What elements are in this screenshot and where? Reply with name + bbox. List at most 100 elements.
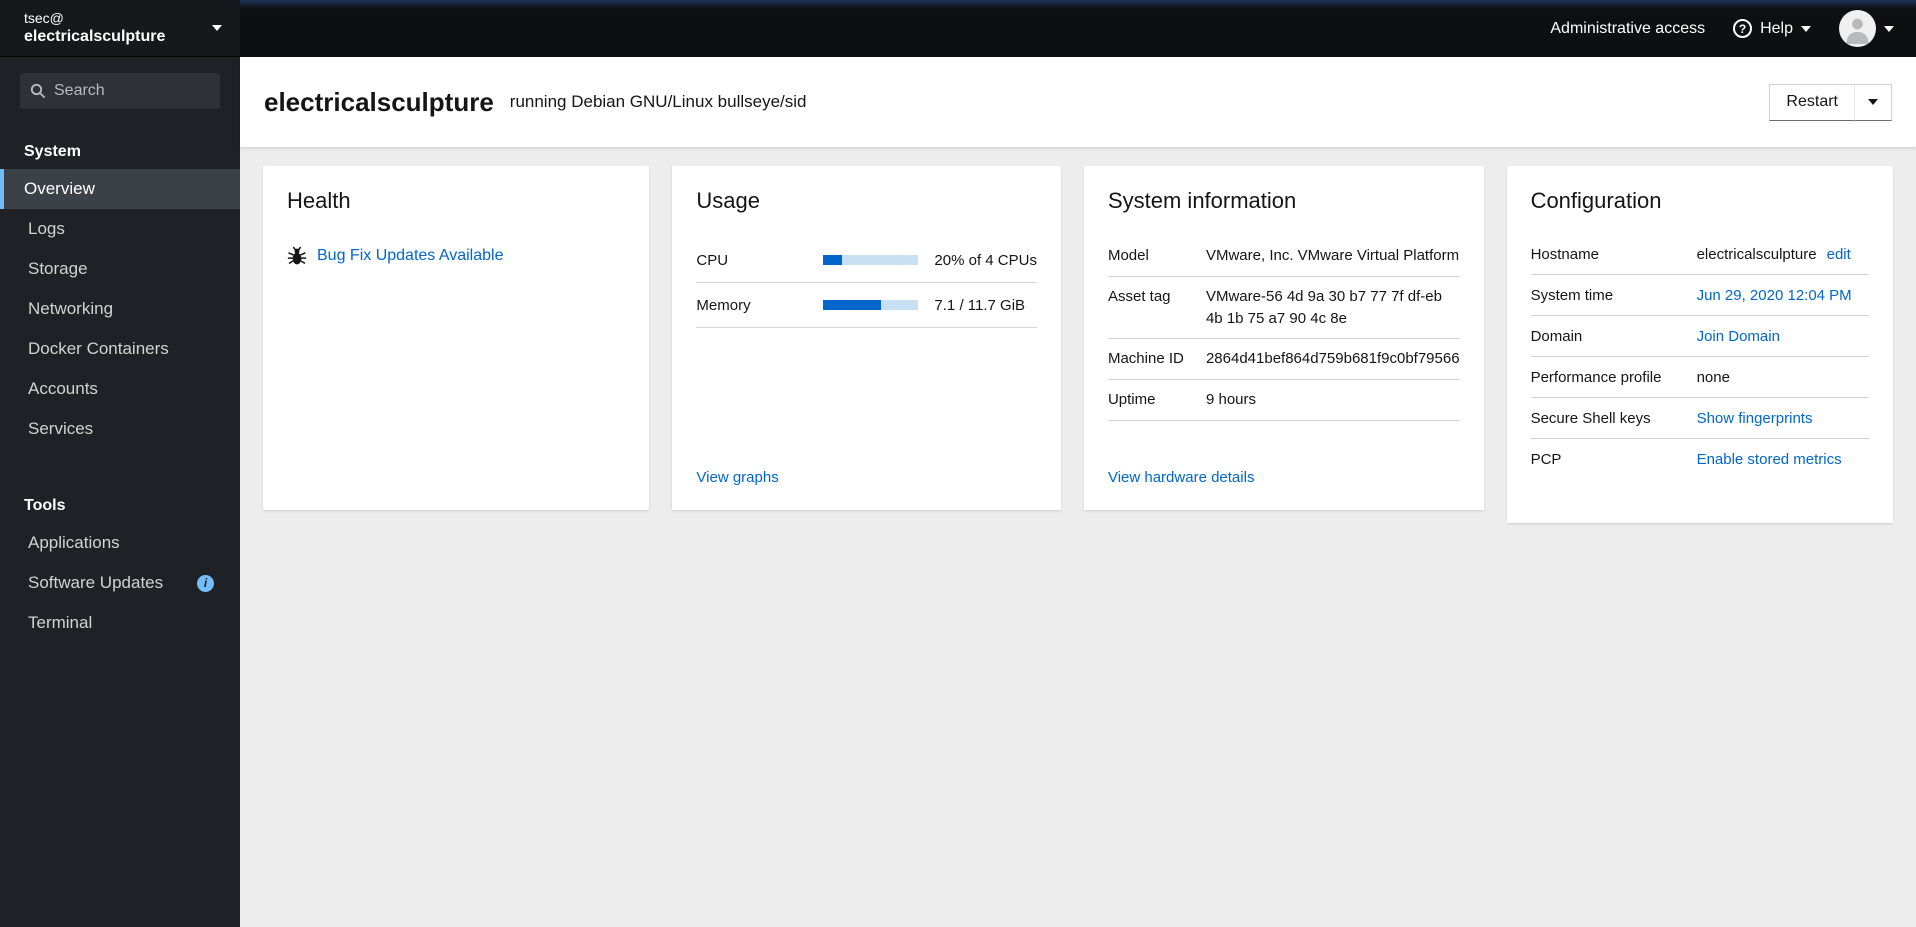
main-area: Administrative access ? Help electricals…	[240, 0, 1916, 927]
usage-card-title: Usage	[696, 188, 761, 213]
usage-card: Usage CPU 20% of 4 CPUs Memory 7.1 / 11.…	[672, 166, 1061, 510]
chevron-down-icon	[1884, 25, 1894, 32]
sidebar-item-label: Services	[28, 419, 94, 438]
domain-row: Domain Join Domain	[1530, 316, 1869, 357]
asset-tag-value: VMware-56 4d 9a 30 b7 77 7f df-eb 4b 1b …	[1205, 287, 1442, 327]
model-row: Model VMware, Inc. VMware Virtual Platfo…	[1107, 236, 1460, 277]
sidebar-item-software-updates[interactable]: Software Updates i	[0, 563, 240, 603]
machine-id-row: Machine ID 2864d41bef864d759b681f9c0bf79…	[1107, 339, 1460, 380]
machine-id-label: Machine ID	[1107, 350, 1184, 368]
host-switcher-label: tsec@ electricalsculpture	[24, 9, 204, 47]
sidebar-item-services[interactable]: Services	[0, 409, 240, 449]
header-actions: Restart	[1769, 83, 1892, 121]
sidebar-item-storage[interactable]: Storage	[0, 249, 240, 289]
os-subtitle: running Debian GNU/Linux bullseye/sid	[509, 92, 807, 111]
view-graphs-link[interactable]: View graphs	[696, 469, 1037, 486]
asset-tag-row: Asset tag VMware-56 4d 9a 30 b7 77 7f df…	[1107, 277, 1460, 340]
sidebar-item-label: Storage	[28, 259, 88, 278]
sidebar-item-label: Software Updates	[28, 573, 164, 592]
view-hardware-details-link[interactable]: View hardware details	[1108, 469, 1460, 486]
configuration-table: Hostname electricalsculpture edit System…	[1530, 234, 1869, 480]
restart-dropdown-toggle[interactable]	[1855, 83, 1892, 121]
search-box[interactable]	[20, 73, 220, 109]
memory-progress-fill	[823, 300, 882, 310]
chevron-down-icon	[212, 25, 222, 31]
enable-stored-metrics-link[interactable]: Enable stored metrics	[1697, 451, 1842, 468]
memory-progress-bar	[823, 300, 919, 310]
cpu-progress-bar	[823, 255, 919, 265]
sidebar-item-label: Overview	[24, 179, 95, 198]
nav-gap	[0, 449, 240, 487]
model-label: Model	[1107, 247, 1149, 264]
system-time-link[interactable]: Jun 29, 2020 12:04 PM	[1697, 287, 1852, 304]
model-value: VMware, Inc. VMware Virtual Platform	[1205, 247, 1460, 264]
restart-button[interactable]: Restart	[1769, 83, 1855, 121]
sidebar-item-logs[interactable]: Logs	[0, 209, 240, 249]
info-icon: i	[197, 574, 214, 592]
sidebar-nav: System Overview Logs Storage Networking …	[0, 119, 240, 927]
system-time-label: System time	[1530, 286, 1614, 304]
search-icon	[30, 83, 46, 99]
memory-usage-value: 7.1 / 11.7 GiB	[934, 296, 1026, 314]
hostname-row: Hostname electricalsculpture edit	[1530, 234, 1869, 275]
avatar	[1839, 10, 1876, 47]
show-fingerprints-link[interactable]: Show fingerprints	[1697, 410, 1813, 427]
chevron-down-icon	[1801, 25, 1811, 32]
help-menu[interactable]: ? Help	[1733, 19, 1811, 38]
administrative-access-button[interactable]: Administrative access	[1550, 20, 1705, 38]
pcp-row: PCP Enable stored metrics	[1531, 439, 1869, 480]
sidebar-item-label: Logs	[28, 219, 65, 238]
join-domain-link[interactable]: Join Domain	[1697, 328, 1780, 345]
hostname-value: electricalsculpture	[1696, 245, 1817, 263]
system-information-card-title: System information	[1107, 188, 1297, 213]
chevron-down-icon	[1868, 99, 1878, 105]
edit-hostname-link[interactable]: edit	[1827, 246, 1851, 263]
uptime-label: Uptime	[1107, 391, 1156, 408]
performance-profile-row: Performance profile none	[1530, 357, 1869, 398]
nav-section-system: System	[24, 143, 81, 160]
search-input[interactable]	[54, 82, 210, 100]
health-updates-row: Bug Fix Updates Available	[287, 246, 625, 266]
cpu-progress-fill	[823, 255, 843, 265]
hostname-label: Hostname	[1530, 245, 1599, 263]
bug-fix-updates-link[interactable]: Bug Fix Updates Available	[317, 247, 503, 265]
sidebar-item-label: Accounts	[28, 379, 98, 398]
page-header: electricalsculpture running Debian GNU/L…	[240, 57, 1916, 147]
host-name: electricalsculpture	[24, 28, 166, 45]
health-card: Health Bug Fix Updates Available	[263, 166, 650, 510]
configuration-card: Configuration Hostname electricalsculptu…	[1506, 166, 1893, 523]
sidebar: tsec@ electricalsculpture System Overvie…	[0, 0, 240, 927]
search-wrap	[0, 57, 240, 119]
uptime-row: Uptime 9 hours	[1107, 380, 1460, 421]
health-card-title: Health	[287, 188, 351, 213]
sidebar-item-applications[interactable]: Applications	[0, 523, 240, 563]
cpu-usage-value: 20% of 4 CPUs	[934, 251, 1037, 269]
sidebar-item-label: Applications	[28, 533, 120, 552]
system-time-row: System time Jun 29, 2020 12:04 PM	[1530, 275, 1869, 316]
page-title: electricalsculpture	[264, 86, 494, 117]
host-switcher[interactable]: tsec@ electricalsculpture	[0, 0, 240, 57]
asset-tag-label: Asset tag	[1107, 287, 1171, 305]
cpu-usage-row: CPU 20% of 4 CPUs	[696, 238, 1037, 283]
machine-id-value: 2864d41bef864d759b681f9c0bf79566	[1205, 350, 1460, 368]
host-user: tsec@	[24, 10, 64, 26]
sidebar-item-accounts[interactable]: Accounts	[0, 369, 240, 409]
memory-label: Memory	[696, 296, 751, 314]
secure-shell-keys-label: Secure Shell keys	[1530, 409, 1651, 427]
user-icon	[1846, 18, 1869, 44]
nav-section-tools: Tools	[24, 497, 66, 514]
sidebar-item-label: Networking	[28, 299, 114, 318]
bug-icon	[287, 246, 307, 265]
cpu-label: CPU	[696, 251, 729, 269]
session-menu[interactable]	[1839, 10, 1894, 47]
sidebar-item-overview[interactable]: Overview	[0, 169, 240, 209]
uptime-value: 9 hours	[1205, 391, 1257, 408]
system-information-card: System information Model VMware, Inc. VM…	[1083, 166, 1484, 510]
sidebar-item-docker-containers[interactable]: Docker Containers	[0, 329, 240, 369]
administrative-access-label: Administrative access	[1550, 19, 1706, 37]
sidebar-item-terminal[interactable]: Terminal	[0, 603, 240, 643]
memory-usage-row: Memory 7.1 / 11.7 GiB	[696, 283, 1037, 328]
sidebar-item-networking[interactable]: Networking	[0, 289, 240, 329]
help-icon: ?	[1733, 19, 1753, 38]
sidebar-item-label: Terminal	[28, 613, 93, 632]
